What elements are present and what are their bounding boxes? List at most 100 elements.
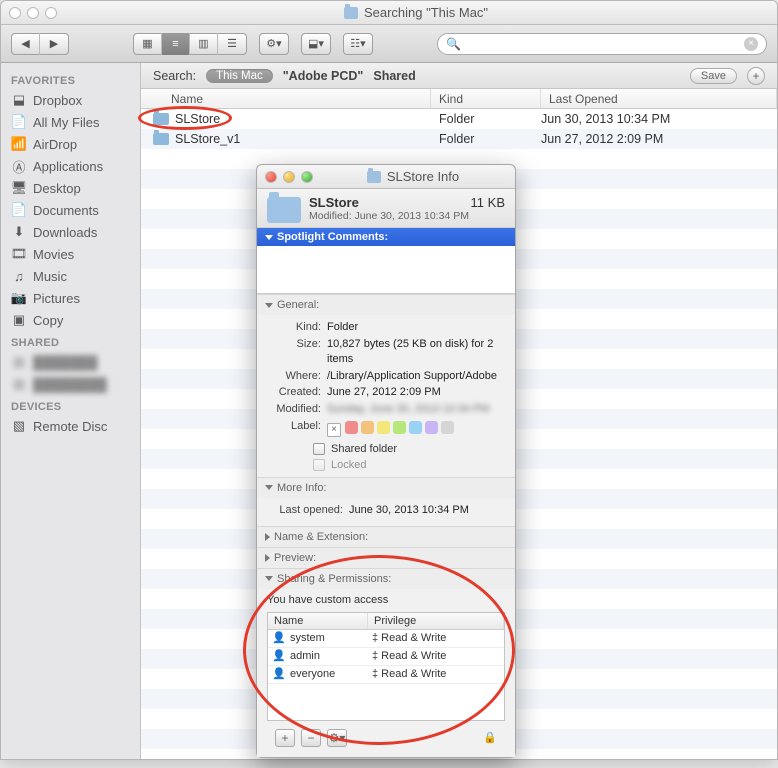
- label-color[interactable]: [441, 421, 454, 434]
- sidebar-item-label: All My Files: [33, 115, 99, 130]
- result-row[interactable]: SLStore_v1FolderJun 27, 2012 2:09 PM: [141, 129, 777, 149]
- minimize-icon[interactable]: [27, 7, 39, 19]
- finder-toolbar: ◀ ▶ ▦ ≡ ▥ ☰ ⚙▾ ⬓▾ ☷▾ 🔍 ×: [1, 25, 777, 63]
- permission-action-button[interactable]: ⚙▾: [327, 729, 347, 747]
- sidebar-item[interactable]: ▣ Copy: [1, 309, 140, 331]
- save-search-button[interactable]: Save: [690, 68, 737, 84]
- search-input[interactable]: [467, 37, 738, 51]
- clear-label-button[interactable]: ×: [327, 423, 341, 437]
- minimize-icon[interactable]: [283, 171, 295, 183]
- sidebar-item[interactable]: ♫Music: [1, 265, 140, 287]
- zoom-icon[interactable]: [301, 171, 313, 183]
- col-last-opened[interactable]: Last Opened: [541, 89, 777, 108]
- locked-checkbox[interactable]: [313, 459, 325, 471]
- permission-privilege[interactable]: ‡ Read & Write: [368, 668, 504, 680]
- label-color[interactable]: [345, 421, 358, 434]
- remove-permission-button[interactable]: −: [301, 729, 321, 747]
- user-icon: 👤: [272, 667, 286, 681]
- label-color[interactable]: [393, 421, 406, 434]
- view-columns-button[interactable]: ▥: [190, 33, 218, 55]
- clear-search-button[interactable]: ×: [744, 37, 758, 51]
- zoom-icon[interactable]: [45, 7, 57, 19]
- section-more-info[interactable]: More Info:: [257, 477, 515, 498]
- sidebar-item[interactable]: ▧Remote Disc: [1, 415, 140, 437]
- view-icons-button[interactable]: ▦: [134, 33, 162, 55]
- info-modified-summary: Modified: June 30, 2013 10:34 PM: [309, 210, 505, 222]
- sidebar-item[interactable]: 📷Pictures: [1, 287, 140, 309]
- sidebar-item[interactable]: 📄All My Files: [1, 111, 140, 133]
- locked-label: Locked: [331, 459, 366, 471]
- view-list-button[interactable]: ≡: [162, 33, 190, 55]
- info-window: SLStore Info SLStore 11 KB Modified: Jun…: [256, 164, 516, 758]
- info-title: SLStore Info: [387, 169, 459, 184]
- dropbox-menu[interactable]: ⬓▾: [301, 33, 331, 55]
- forward-button[interactable]: ▶: [40, 33, 68, 55]
- permission-row[interactable]: 👤 everyone ‡ Read & Write: [268, 666, 504, 684]
- sidebar-item-label: Applications: [33, 159, 103, 174]
- perm-col-name[interactable]: Name: [268, 613, 368, 629]
- section-preview[interactable]: Preview:: [257, 547, 515, 568]
- window-title: Searching "This Mac": [364, 5, 488, 20]
- sidebar-item[interactable]: ⬓Dropbox: [1, 89, 140, 111]
- sidebar-item[interactable]: ▧████████: [1, 373, 140, 395]
- shared-folder-checkbox[interactable]: [313, 443, 325, 455]
- view-coverflow-button[interactable]: ☰: [218, 33, 246, 55]
- section-name-ext[interactable]: Name & Extension:: [257, 526, 515, 547]
- scope-this-mac[interactable]: This Mac: [206, 69, 273, 83]
- info-header: SLStore 11 KB Modified: June 30, 2013 10…: [257, 189, 515, 228]
- permissions-table: Name Privilege 👤system‡ Read & Write👤adm…: [267, 612, 505, 721]
- scope-folder[interactable]: "Adobe PCD": [283, 69, 364, 83]
- size-label: Size:: [267, 337, 321, 367]
- sidebar-item[interactable]: ⬇Downloads: [1, 221, 140, 243]
- label-color[interactable]: [377, 421, 390, 434]
- result-row[interactable]: SLStoreFolderJun 30, 2013 10:34 PM: [141, 109, 777, 129]
- close-icon[interactable]: [265, 171, 277, 183]
- permission-privilege[interactable]: ‡ Read & Write: [368, 650, 504, 662]
- sidebar-item-icon: ▣: [11, 312, 27, 328]
- scope-shared[interactable]: Shared: [373, 69, 415, 83]
- sidebar-item-icon: ♫: [11, 268, 27, 284]
- permission-row[interactable]: 👤system‡ Read & Write: [268, 630, 504, 648]
- disclosure-icon: [265, 303, 273, 308]
- sidebar-item[interactable]: ▧███████: [1, 351, 140, 373]
- section-spotlight[interactable]: Spotlight Comments:: [257, 228, 515, 246]
- action-menu[interactable]: ⚙▾: [259, 33, 289, 55]
- label-color[interactable]: [425, 421, 438, 434]
- search-icon: 🔍: [446, 37, 461, 51]
- arrange-menu[interactable]: ☷▾: [343, 33, 373, 55]
- add-permission-button[interactable]: +: [275, 729, 295, 747]
- created-label: Created:: [267, 385, 321, 400]
- sidebar: FAVORITES ⬓Dropbox📄All My Files📶AirDropⒶ…: [1, 63, 141, 759]
- lastopened-label: Last opened:: [267, 503, 343, 518]
- sidebar-item[interactable]: 🖥Desktop: [1, 177, 140, 199]
- label-color[interactable]: [361, 421, 374, 434]
- permission-row[interactable]: 👤admin‡ Read & Write: [268, 648, 504, 666]
- sidebar-item-label: Copy: [33, 313, 63, 328]
- col-kind[interactable]: Kind: [431, 89, 541, 108]
- back-button[interactable]: ◀: [12, 33, 40, 55]
- sidebar-item[interactable]: ⒶApplications: [1, 155, 140, 177]
- section-sharing[interactable]: Sharing & Permissions:: [257, 568, 515, 589]
- permission-privilege[interactable]: ‡ Read & Write: [368, 632, 504, 644]
- folder-icon: [267, 197, 301, 223]
- section-preview-label: Preview:: [274, 552, 316, 564]
- size-value: 10,827 bytes (25 KB on disk) for 2 items: [327, 337, 505, 367]
- search-field[interactable]: 🔍 ×: [437, 33, 767, 55]
- section-general[interactable]: General:: [257, 294, 515, 315]
- disclosure-icon: [265, 235, 273, 240]
- section-spotlight-label: Spotlight Comments:: [277, 231, 388, 243]
- kind-value: Folder: [327, 320, 505, 335]
- permission-name: everyone: [290, 668, 335, 680]
- modified-label: Modified:: [267, 402, 321, 417]
- sidebar-item[interactable]: 🎞Movies: [1, 243, 140, 265]
- add-criteria-button[interactable]: +: [747, 67, 765, 85]
- close-icon[interactable]: [9, 7, 21, 19]
- disclosure-icon: [265, 554, 270, 562]
- sidebar-item[interactable]: 📶AirDrop: [1, 133, 140, 155]
- lock-icon[interactable]: 🔒: [483, 731, 497, 744]
- sidebar-item[interactable]: 📄Documents: [1, 199, 140, 221]
- label-color[interactable]: [409, 421, 422, 434]
- perm-col-privilege[interactable]: Privilege: [368, 613, 504, 629]
- col-name[interactable]: Name: [141, 89, 431, 108]
- spotlight-comments-field[interactable]: [257, 246, 515, 294]
